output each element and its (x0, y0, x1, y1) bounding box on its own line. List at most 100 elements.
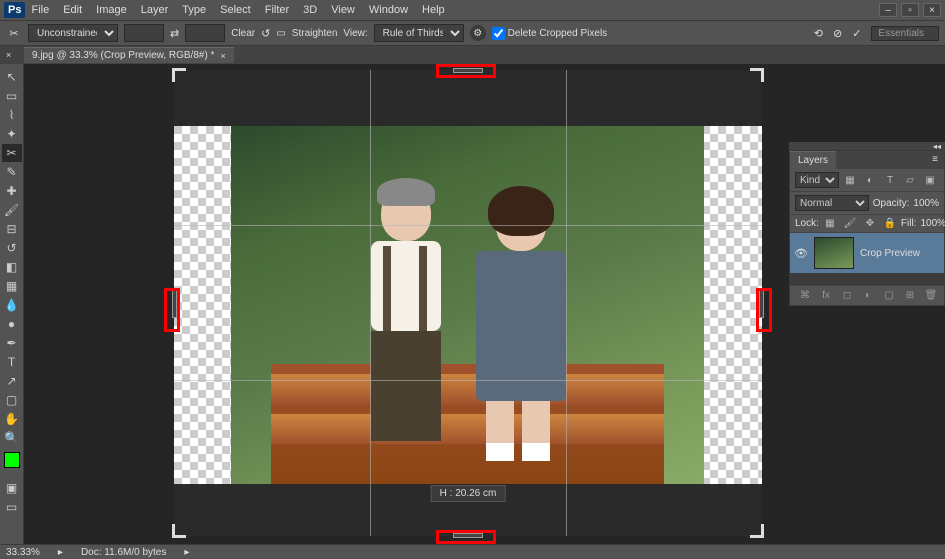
delete-layer-icon[interactable]: 🗑 (924, 290, 938, 301)
layers-tab[interactable]: Layers (790, 151, 836, 169)
crop-bounds[interactable]: H : 20.26 cm (174, 70, 762, 536)
gradient-tool[interactable]: ▦ (2, 277, 22, 295)
layers-panel: Layers≡ Kind ▦ ◐ T ▱ ▣ Normal Opacity: 1… (789, 150, 945, 306)
color-swatch[interactable] (4, 452, 20, 468)
overlay-select[interactable]: Rule of Thirds (374, 24, 464, 42)
close-button[interactable]: × (923, 3, 941, 17)
menu-file[interactable]: File (31, 4, 49, 16)
crop-height-input[interactable] (185, 24, 225, 42)
menu-layer[interactable]: Layer (141, 4, 169, 16)
clear-button[interactable]: Clear (231, 28, 255, 39)
cancel-crop-icon[interactable]: ⊘ (833, 27, 842, 40)
blend-mode-select[interactable]: Normal (795, 195, 869, 211)
shape-tool[interactable]: ▢ (2, 391, 22, 409)
menu-filter[interactable]: Filter (265, 4, 289, 16)
filter-pixel-icon[interactable]: ▦ (843, 175, 857, 186)
reset-icon[interactable]: ↺ (261, 27, 270, 40)
menu-view[interactable]: View (331, 4, 355, 16)
screenmode-toggle[interactable]: ▭ (2, 498, 22, 516)
crop-handle-bottom[interactable] (453, 533, 483, 538)
delete-cropped-check[interactable]: Delete Cropped Pixels (492, 27, 608, 40)
filter-smart-icon[interactable]: ▣ (923, 175, 937, 186)
dodge-tool[interactable]: ● (2, 315, 22, 333)
link-layers-icon[interactable]: ⌘ (798, 290, 812, 301)
crop-tool[interactable]: ✂ (2, 144, 22, 162)
crop-corner-tr[interactable] (750, 68, 764, 82)
swap-dims-icon[interactable]: ⇄ (170, 27, 179, 40)
workspace-select[interactable]: Essentials (871, 26, 939, 41)
crop-corner-br[interactable] (750, 524, 764, 538)
ratio-mode-select[interactable]: Unconstrained (28, 24, 118, 42)
type-tool[interactable]: T (2, 353, 22, 371)
blur-tool[interactable]: 💧 (2, 296, 22, 314)
eraser-tool[interactable]: ◧ (2, 258, 22, 276)
opacity-value[interactable]: 100% (913, 198, 939, 209)
doc-size[interactable]: Doc: 11.6M/0 bytes (81, 547, 166, 558)
layer-name[interactable]: Crop Preview (860, 248, 920, 259)
move-tool[interactable]: ↖ (2, 68, 22, 86)
crop-width-input[interactable] (124, 24, 164, 42)
heal-tool[interactable]: ✚ (2, 182, 22, 200)
layer-filter-kind[interactable]: Kind (795, 172, 839, 188)
visibility-icon[interactable]: 👁 (794, 247, 808, 260)
panel-menu-icon[interactable]: ≡ (926, 151, 944, 168)
brush-tool[interactable]: 🖌 (2, 201, 22, 219)
crop-handle-top[interactable] (453, 68, 483, 73)
lock-all-icon[interactable]: 🔒 (883, 218, 897, 229)
delete-cropped-checkbox[interactable] (492, 27, 505, 40)
eyedropper-tool[interactable]: ✎ (2, 163, 22, 181)
crop-corner-bl[interactable] (172, 524, 186, 538)
zoom-tool[interactable]: 🔍 (2, 429, 22, 447)
document-tab[interactable]: 9.jpg @ 33.3% (Crop Preview, RGB/8#) * × (24, 47, 234, 63)
commit-crop-icon[interactable]: ✓ (852, 27, 861, 40)
layer-mask-icon[interactable]: ◻ (840, 290, 854, 301)
menu-edit[interactable]: Edit (63, 4, 82, 16)
quickmask-toggle[interactable]: ▣ (2, 479, 22, 497)
wand-tool[interactable]: ✦ (2, 125, 22, 143)
minimize-button[interactable]: – (879, 3, 897, 17)
straighten-button[interactable]: Straighten (292, 28, 338, 39)
menu-select[interactable]: Select (220, 4, 251, 16)
lock-pos-icon[interactable]: ✥ (863, 218, 877, 229)
new-layer-icon[interactable]: ⊞ (903, 290, 917, 301)
hand-tool[interactable]: ✋ (2, 410, 22, 428)
maximize-button[interactable]: ▫ (901, 3, 919, 17)
path-tool[interactable]: ↗ (2, 372, 22, 390)
status-more-icon[interactable]: ▸ (184, 547, 189, 558)
crop-handle-left[interactable] (172, 288, 177, 318)
layer-row[interactable]: 👁 Crop Preview (790, 233, 944, 273)
layer-fx-icon[interactable]: fx (819, 290, 833, 301)
crop-tool-icon[interactable]: ✂ (6, 25, 22, 41)
zoom-level[interactable]: 33.33% (6, 547, 40, 558)
pen-tool[interactable]: ✒ (2, 334, 22, 352)
menu-window[interactable]: Window (369, 4, 408, 16)
overlay-settings-icon[interactable]: ⚙ (470, 25, 486, 41)
menu-help[interactable]: Help (422, 4, 445, 16)
straighten-icon[interactable]: ▭ (276, 28, 285, 39)
group-icon[interactable]: ▢ (882, 290, 896, 301)
close-tab-icon[interactable]: × (220, 51, 225, 61)
status-expand-icon[interactable]: ▸ (58, 547, 63, 558)
menu-image[interactable]: Image (96, 4, 127, 16)
lock-pixels-icon[interactable]: 🖌 (843, 218, 857, 229)
history-brush-tool[interactable]: ↺ (2, 239, 22, 257)
view-label: View: (343, 28, 367, 39)
panel-collapse-bar[interactable]: ◂◂ (789, 142, 945, 150)
grid-line (174, 380, 762, 381)
layer-thumbnail[interactable] (814, 237, 854, 269)
adjustment-layer-icon[interactable]: ◐ (861, 290, 875, 301)
stamp-tool[interactable]: ⊟ (2, 220, 22, 238)
tab-close-left-icon[interactable]: × (6, 50, 11, 60)
reset-crop-icon[interactable]: ⟲ (814, 27, 823, 40)
fill-value[interactable]: 100% (920, 218, 945, 229)
filter-adjust-icon[interactable]: ◐ (863, 175, 877, 186)
lock-trans-icon[interactable]: ▦ (823, 218, 837, 229)
lasso-tool[interactable]: ⌇ (2, 106, 22, 124)
menu-3d[interactable]: 3D (303, 4, 317, 16)
filter-type-icon[interactable]: T (883, 175, 897, 186)
crop-corner-tl[interactable] (172, 68, 186, 82)
crop-handle-right[interactable] (759, 288, 764, 318)
marquee-tool[interactable]: ▭ (2, 87, 22, 105)
menu-type[interactable]: Type (182, 4, 206, 16)
filter-shape-icon[interactable]: ▱ (903, 175, 917, 186)
